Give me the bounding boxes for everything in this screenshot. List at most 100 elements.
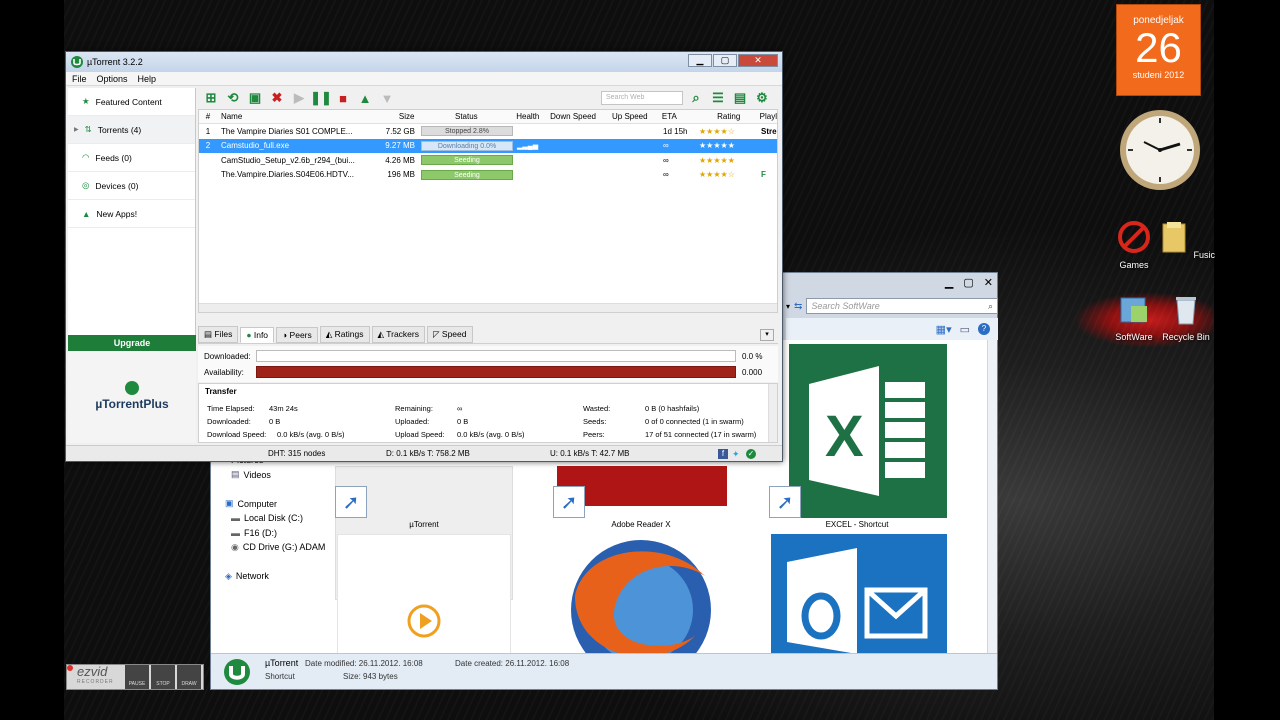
close-icon[interactable]: ✕ [984,276,993,289]
nav-label: Videos [243,469,271,480]
desktop-icon-fusic[interactable]: Fusic [1156,220,1216,260]
menu-help[interactable]: Help [138,74,157,84]
calendar-gadget[interactable]: ponedjeljak 26 studeni 2012 [1116,4,1201,96]
table-row[interactable]: 2 Camstudio_full.exe 9.27 MB Downloading… [199,138,777,153]
table-row[interactable]: CamStudio_Setup_v2.6b_r294_(bui... 4.26 … [199,153,777,168]
sidebar-item-featured[interactable]: ★ Featured Content [68,88,195,116]
firefox-icon[interactable] [555,536,725,653]
cell-num: 1 [205,126,211,136]
maximize-icon[interactable]: ▢ [963,276,973,289]
refresh-icon[interactable]: ⇆ [794,301,802,312]
desktop-icon-software[interactable]: SoftWare [1104,292,1164,342]
utorrent-sidebar: ★ Featured Content ▶ ⇅ Torrents (4) ◠ Feeds … [68,88,196,443]
sidebar-item-devices[interactable]: ◎ Devices (0) [68,172,195,200]
add-url-icon[interactable]: ⟲ [224,90,242,106]
nav-item-computer[interactable]: ▣ Computer [225,497,329,512]
close-button[interactable]: ✕ [738,54,778,67]
rating-stars[interactable]: ★★★★★ [699,141,761,150]
twitter-icon[interactable]: ✦ [732,449,742,459]
settings-gear-icon[interactable]: ⚙ [753,90,771,106]
remote-icon[interactable]: ▤ [731,90,749,106]
utorrent-window[interactable]: µTorrent 3.2.2 ▁ ▢ ✕ File Options Help ★… [65,51,783,462]
nav-item-f16[interactable]: ▬ F16 (D:) [225,526,329,541]
web-search-input[interactable]: Search Web [601,91,683,105]
desktop-icon-recycle-bin[interactable]: Recycle Bin [1156,292,1216,342]
sidebar-item-feeds[interactable]: ◠ Feeds (0) [68,144,195,172]
col-header-down-speed[interactable]: Down Speed [550,112,612,121]
nav-item-network[interactable]: ◈ Network [225,569,329,584]
sidebar-item-torrents[interactable]: ▶ ⇅ Torrents (4) [68,116,195,144]
rating-stars[interactable]: ★★★★★ [699,156,761,165]
upgrade-button[interactable]: Upgrade [68,335,196,351]
rating-stars[interactable]: ★★★★☆ [699,127,761,136]
minimize-button[interactable]: ▁ [688,54,712,67]
sidebar-item-apps[interactable]: ▲ New Apps! [68,200,195,228]
torrents-icon: ⇅ [84,124,92,134]
computer-icon: ▣ [225,498,234,509]
col-header-status[interactable]: Status [416,112,516,121]
maximize-button[interactable]: ▢ [713,54,737,67]
facebook-icon[interactable]: f [718,448,728,459]
menu-options[interactable]: Options [97,74,128,84]
rating-stars[interactable]: ★★★★☆ [699,170,761,179]
tab-ratings[interactable]: ◭ Ratings [319,326,370,343]
nav-item-local-disk[interactable]: ▬ Local Disk (C:) [225,511,329,526]
tab-peers[interactable]: ◑ Peers [276,326,318,343]
media-file-tile[interactable] [337,534,511,653]
tab-trackers[interactable]: ◭ Trackers [371,326,425,343]
table-row[interactable]: 1 The Vampire Diaries S01 COMPLE... 7.52… [199,124,777,139]
menu-file[interactable]: File [72,74,87,84]
expand-icon[interactable]: ▶ [74,126,79,133]
col-header-playlist[interactable]: Playl [760,112,777,121]
start-icon[interactable]: ▶ [290,90,308,106]
sidebar-item-label: New Apps! [96,208,138,219]
col-header-rating[interactable]: Rating [698,112,760,121]
stream-button[interactable]: Stre [761,127,777,136]
move-down-icon[interactable]: ▼ [378,90,396,106]
dropdown-icon[interactable]: ▾ [786,302,790,311]
col-header-health[interactable]: Health [516,112,550,121]
search-icon[interactable]: ⌕ [687,90,705,106]
stop-icon[interactable]: ■ [334,90,352,106]
excel-icon[interactable]: X [789,344,947,518]
col-header-up-speed[interactable]: Up Speed [612,112,658,121]
nav-item-videos[interactable]: ▤ Videos [225,468,329,483]
view-options-icon[interactable]: ▦▾ [936,323,952,336]
utorrent-titlebar[interactable]: µTorrent 3.2.2 [66,52,782,72]
pause-icon[interactable]: ❚❚ [310,90,332,106]
nav-item-cd-drive[interactable]: ◉ CD Drive (G:) ADAM [225,540,329,555]
create-torrent-icon[interactable]: ▣ [246,90,264,106]
ezvid-pause-button[interactable]: PAUSE [125,665,149,689]
transfer-scrollbar[interactable] [768,384,777,442]
col-header-name[interactable]: Name [217,112,357,121]
help-icon[interactable]: ? [978,323,990,335]
tab-speed[interactable]: ◸ Speed [427,326,473,343]
ezvid-draw-button[interactable]: DRAW [177,665,201,689]
tab-files[interactable]: ▤ Files [198,326,239,343]
add-torrent-icon[interactable]: ⊞ [202,90,220,106]
table-row[interactable]: The.Vampire.Diaries.S04E06.HDTV... 196 M… [199,168,777,183]
tab-info[interactable]: ● Info [240,326,275,343]
explorer-address-area: ▾ ⇆ Search SoftWare ⌕ [786,296,998,316]
clock-gadget[interactable] [1118,108,1202,192]
remove-icon[interactable]: ✖ [268,90,286,106]
desktop-icon-games[interactable]: Games [1104,220,1164,270]
explorer-search-input[interactable]: Search SoftWare ⌕ [806,298,998,314]
col-header-eta[interactable]: ETA [658,112,698,121]
minimize-icon[interactable]: ▁ [945,276,953,289]
horizontal-scrollbar[interactable] [199,303,777,312]
play-button[interactable]: F [761,170,777,179]
col-header-size[interactable]: Size [357,112,417,121]
utorrent-plus-ad[interactable]: µTorrentPlus [68,351,196,443]
transfer-heading: Transfer [205,387,237,396]
col-header-num[interactable]: # [199,112,217,121]
preview-pane-icon[interactable]: ▭ [960,323,970,336]
list-view-icon[interactable]: ☰ [709,90,727,106]
explorer-vertical-scrollbar[interactable] [987,340,997,653]
collapse-panel-icon[interactable]: ▾ [760,328,774,341]
status-bar: Seeding [421,169,513,180]
search-icon[interactable]: ⌕ [988,301,993,311]
move-up-icon[interactable]: ▲ [356,90,374,106]
ezvid-stop-button[interactable]: STOP [151,665,175,689]
outlook-icon[interactable] [771,534,947,653]
